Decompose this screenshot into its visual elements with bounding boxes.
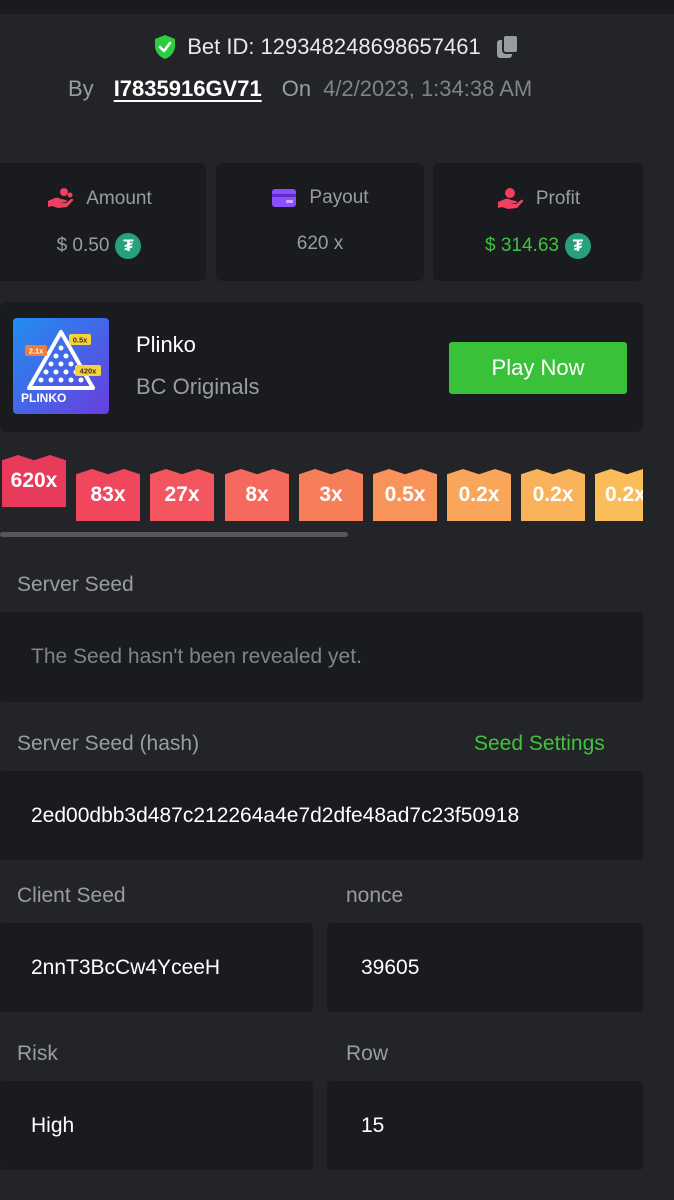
by-label: By bbox=[68, 76, 94, 101]
multiplier-slot: 3x bbox=[299, 469, 363, 521]
server-seed-field: The Seed hasn't been revealed yet. bbox=[0, 612, 643, 702]
thumb-tag-3: 420x bbox=[80, 367, 98, 376]
wallet-card-icon bbox=[272, 189, 297, 207]
horizontal-scrollbar[interactable] bbox=[0, 532, 348, 537]
profit-label: Profit bbox=[535, 188, 581, 209]
bet-id-row: Bet ID: 129348248698657461 bbox=[0, 30, 674, 64]
server-seed-hash-label: Server Seed (hash) bbox=[17, 732, 200, 755]
multiplier-slot: 0.2x bbox=[447, 469, 511, 521]
hand-heart-icon bbox=[497, 188, 523, 209]
profit-card: Profit $ 314.63 ₮ bbox=[433, 163, 643, 281]
game-provider: BC Originals bbox=[136, 374, 260, 399]
thumb-title: PLINKO bbox=[21, 391, 66, 405]
payout-card: Payout 620 x bbox=[216, 163, 424, 281]
amount-value: $ 0.50 bbox=[56, 235, 110, 256]
row-field[interactable]: 15 bbox=[327, 1081, 643, 1170]
bet-date: 4/2/2023, 1:34:38 AM bbox=[323, 76, 533, 101]
hand-coins-icon bbox=[48, 188, 74, 208]
client-seed-label: Client Seed bbox=[17, 884, 126, 907]
bet-meta-row: By I7835916GV71 On 4/2/2023, 1:34:38 AM bbox=[68, 72, 532, 106]
usdt-icon: ₮ bbox=[564, 233, 591, 259]
copy-icon[interactable] bbox=[495, 33, 521, 61]
on-label: On bbox=[281, 76, 312, 101]
payout-label: Payout bbox=[309, 187, 369, 208]
username-link[interactable]: I7835916GV71 bbox=[114, 76, 262, 102]
multiplier-slot: 0.2x bbox=[521, 469, 585, 521]
server-seed-hash-field[interactable]: 2ed00dbb3d487c212264a4e7d2dfe48ad7c23f50… bbox=[0, 771, 643, 860]
server-seed-label: Server Seed bbox=[17, 573, 134, 596]
multiplier-slot: 0.5x bbox=[373, 469, 437, 521]
row-label: Row bbox=[346, 1042, 389, 1065]
multiplier-slot: 27x bbox=[150, 469, 214, 521]
thumb-tag-1: 2.1x bbox=[29, 347, 44, 356]
server-seed-hash-value: 2ed00dbb3d487c212264a4e7d2dfe48ad7c23f50… bbox=[31, 803, 520, 827]
thumb-tag-2: 0.5x bbox=[73, 336, 88, 345]
amount-label: Amount bbox=[86, 188, 152, 209]
top-bar bbox=[0, 0, 674, 14]
plinko-thumbnail[interactable]: 2.1x 0.5x 420x PLINKO bbox=[13, 318, 109, 414]
amount-card: Amount $ 0.50 ₮ bbox=[0, 163, 206, 281]
nonce-label: nonce bbox=[346, 884, 404, 907]
game-name[interactable]: Plinko bbox=[136, 332, 196, 358]
payout-value: 620 x bbox=[296, 233, 344, 254]
multiplier-slot: 0.2x bbox=[595, 469, 643, 521]
multiplier-strip[interactable]: 620x 83x 27x 8x 3x 0.5x 0.2x 0.2x 0.2x bbox=[0, 455, 643, 525]
nonce-field[interactable]: 39605 bbox=[327, 923, 643, 1012]
profit-value: $ 314.63 bbox=[485, 235, 559, 256]
seed-settings-link[interactable]: Seed Settings bbox=[474, 732, 605, 756]
bet-id-label: Bet ID: bbox=[187, 34, 255, 59]
usdt-icon: ₮ bbox=[115, 233, 142, 259]
multiplier-slot: 83x bbox=[76, 469, 140, 521]
risk-label: Risk bbox=[17, 1042, 58, 1065]
bet-id-value: 129348248698657461 bbox=[260, 34, 481, 59]
multiplier-slot: 620x bbox=[2, 455, 66, 507]
verified-shield-icon bbox=[155, 35, 176, 59]
client-seed-field[interactable]: 2nnT3BcCw4YceeH bbox=[0, 923, 313, 1012]
multiplier-slot: 8x bbox=[225, 469, 289, 521]
game-card: 2.1x 0.5x 420x PLINKO Plinko BC Original… bbox=[0, 302, 643, 432]
risk-field[interactable]: High bbox=[0, 1081, 313, 1170]
play-now-button[interactable]: Play Now bbox=[449, 342, 627, 394]
